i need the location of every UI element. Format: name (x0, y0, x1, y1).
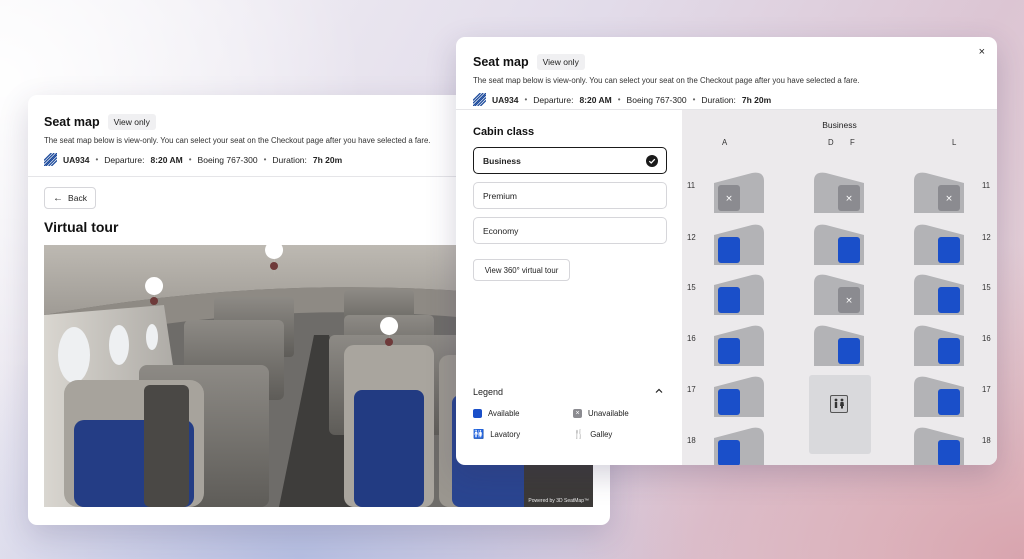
svg-text:×: × (845, 296, 853, 306)
row-number: 12 (687, 233, 696, 242)
column-letter: L (952, 138, 957, 147)
legend-item-available: Available (473, 409, 520, 418)
row-number: 11 (982, 181, 991, 190)
svg-text:×: × (845, 194, 853, 204)
svg-text:×: × (945, 194, 953, 204)
back-button[interactable]: ← Back (44, 187, 96, 209)
close-icon[interactable]: × (979, 46, 985, 58)
available-swatch-icon (473, 409, 482, 418)
row-number: 15 (687, 283, 696, 292)
seat-12A (712, 221, 766, 272)
seat-17A (712, 373, 766, 424)
virtual-tour-title: Virtual tour (44, 219, 119, 235)
aircraft-type: Boeing 767-300 (197, 154, 258, 165)
seat-18L (912, 424, 966, 465)
column-letter: F (850, 138, 855, 147)
flight-number: UA934 (63, 154, 90, 165)
cabin-option-label: Business (483, 155, 521, 166)
legend-title: Legend (473, 387, 504, 397)
check-circle-icon (646, 155, 658, 167)
seat-map-panel: × Seat map View only The seat map below … (456, 37, 997, 465)
cabin-class-title: Cabin class (473, 126, 535, 138)
seat-12L (912, 221, 966, 272)
view-virtual-tour-button[interactable]: View 360° virtual tour (473, 259, 570, 281)
row-number: 12 (982, 233, 991, 242)
seat-11D: × (812, 169, 866, 220)
lavatory-icon (830, 395, 848, 413)
svg-text:×: × (725, 194, 733, 204)
unavailable-swatch-icon: × (573, 409, 582, 418)
chevron-up-icon[interactable] (654, 386, 664, 396)
panel-title: Seat map (473, 55, 529, 69)
cabin-option-economy[interactable]: Economy (473, 217, 667, 244)
cabin-selector-pane: Cabin class Business Premium Economy Vie… (456, 110, 682, 465)
flight-info: UA934 • Departure: 8:20 AM • Boeing 767-… (473, 93, 980, 106)
row-number: 16 (982, 334, 991, 343)
view-only-badge: View only (107, 114, 156, 130)
seat-16L (912, 322, 966, 373)
legend-item-lavatory: 🚻 Lavatory (473, 429, 521, 439)
flight-duration: 7h 20m (741, 94, 772, 105)
seat-15L (912, 271, 966, 322)
departure-time: 8:20 AM (579, 94, 612, 105)
column-letter: D (828, 138, 834, 147)
flight-number: UA934 (492, 94, 519, 105)
seat-18A (712, 424, 766, 465)
view-only-badge: View only (536, 54, 585, 70)
row-number: 16 (687, 334, 696, 343)
seat-11L: × (912, 169, 966, 220)
seat-15D: × (812, 271, 866, 322)
duration-label: Duration: (701, 94, 736, 105)
front-panel-header: Seat map View only The seat map below is… (456, 37, 997, 110)
galley-icon: 🍴 (573, 429, 585, 439)
seat-15A (712, 271, 766, 322)
departure-time: 8:20 AM (150, 154, 183, 165)
row-number: 11 (687, 181, 696, 190)
seat-11A: × (712, 169, 766, 220)
lavatory-icon: 🚻 (473, 429, 485, 439)
cabin-option-label: Premium (483, 190, 518, 201)
row-number: 15 (982, 283, 991, 292)
seat-map-grid: Business A D F L 1111×××1212×1515×1616×1… (682, 110, 997, 465)
aircraft-type: Boeing 767-300 (626, 94, 687, 105)
cabin-option-premium[interactable]: Premium (473, 182, 667, 209)
departure-label: Departure: (533, 94, 574, 105)
back-button-label: Back (68, 193, 87, 203)
row-number: 17 (687, 385, 696, 394)
panel-subtitle: The seat map below is view-only. You can… (473, 76, 860, 85)
seat-16A (712, 322, 766, 373)
seat-16D (812, 322, 866, 373)
row-number: 17 (982, 385, 991, 394)
departure-label: Departure: (104, 154, 145, 165)
panel-title: Seat map (44, 115, 100, 129)
cabin-label: Business (822, 120, 857, 130)
airline-logo-icon (473, 93, 486, 106)
arrow-left-icon: ← (53, 192, 64, 204)
legend-item-galley: 🍴 Galley (573, 429, 613, 439)
row-number: 18 (687, 436, 696, 445)
column-letter: A (722, 138, 728, 147)
row-number: 18 (982, 436, 991, 445)
powered-by-text: Powered by 3D SeatMap™ (528, 498, 589, 504)
cabin-option-label: Economy (483, 225, 519, 236)
seat-12D (812, 221, 866, 272)
duration-label: Duration: (272, 154, 307, 165)
cabin-option-business[interactable]: Business (473, 147, 667, 174)
flight-duration: 7h 20m (312, 154, 343, 165)
airline-logo-icon (44, 153, 57, 166)
lavatory-block (809, 375, 871, 454)
seat-17L (912, 373, 966, 424)
legend-item-unavailable: × Unavailable (573, 409, 629, 418)
